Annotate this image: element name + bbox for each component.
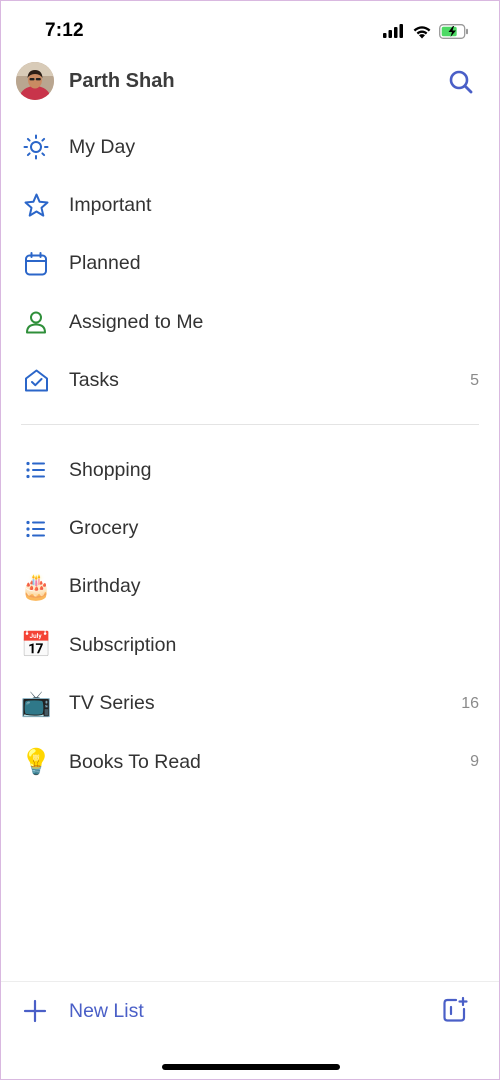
smart-list-label: Assigned to Me bbox=[69, 310, 204, 333]
smart-list-label: My Day bbox=[69, 135, 136, 158]
new-group-icon bbox=[443, 996, 468, 1022]
new-list-label: New List bbox=[69, 999, 144, 1022]
television-icon: 📺 bbox=[20, 689, 52, 718]
list-label: Birthday bbox=[69, 575, 141, 598]
home-check-icon bbox=[21, 366, 51, 396]
list-label: TV Series bbox=[69, 692, 155, 715]
plus-icon bbox=[23, 999, 47, 1023]
avatar-photo bbox=[16, 62, 54, 100]
battery-charging-icon bbox=[439, 23, 468, 39]
list-icon bbox=[21, 455, 51, 485]
smart-list-planned[interactable]: Planned bbox=[1, 235, 499, 293]
calendar-icon bbox=[21, 249, 51, 279]
calendar-emoji-icon: 📅 bbox=[20, 631, 52, 660]
wifi-icon bbox=[413, 25, 431, 38]
list-label: Books To Read bbox=[69, 750, 201, 773]
home-indicator[interactable] bbox=[162, 1064, 340, 1070]
smart-list-my-day[interactable]: My Day bbox=[1, 118, 499, 176]
search-icon bbox=[449, 70, 473, 94]
smart-list-label: Important bbox=[69, 194, 152, 217]
app-screen: 7:12 Parth Shah My Day Important Planned… bbox=[0, 0, 500, 1080]
list-icon bbox=[21, 514, 51, 544]
sun-icon bbox=[21, 132, 51, 162]
smart-list-count: 5 bbox=[470, 371, 479, 389]
list-item-grocery[interactable]: Grocery bbox=[1, 499, 499, 557]
new-group-button[interactable] bbox=[441, 996, 469, 1024]
status-bar: 7:12 bbox=[1, 1, 499, 59]
smart-list-tasks[interactable]: Tasks 5 bbox=[1, 352, 499, 410]
star-icon bbox=[21, 191, 51, 221]
list-item-subscription[interactable]: 📅 Subscription bbox=[1, 616, 499, 674]
footer-divider bbox=[1, 981, 499, 982]
list-label: Subscription bbox=[69, 633, 177, 656]
status-icons bbox=[383, 22, 469, 40]
list-item-tv-series[interactable]: 📺 TV Series 16 bbox=[1, 675, 499, 733]
smart-list-assigned-to-me[interactable]: Assigned to Me bbox=[1, 293, 499, 351]
list-count: 16 bbox=[461, 694, 479, 712]
new-list-button[interactable]: New List bbox=[1, 991, 301, 1031]
list-count: 9 bbox=[470, 753, 479, 771]
list-item-books-to-read[interactable]: 💡 Books To Read 9 bbox=[1, 733, 499, 791]
list-item-birthday[interactable]: 🎂 Birthday bbox=[1, 558, 499, 616]
user-lists: Shopping Grocery 🎂 Birthday 📅 Subscripti… bbox=[1, 441, 499, 791]
smart-list-label: Planned bbox=[69, 252, 141, 275]
smart-lists: My Day Important Planned Assigned to Me … bbox=[1, 118, 499, 410]
account-header: Parth Shah bbox=[1, 59, 499, 105]
list-label: Shopping bbox=[69, 458, 152, 481]
person-icon bbox=[21, 307, 51, 337]
list-label: Grocery bbox=[69, 517, 139, 540]
birthday-cake-icon: 🎂 bbox=[20, 572, 52, 601]
list-divider bbox=[21, 424, 479, 425]
list-item-shopping[interactable]: Shopping bbox=[1, 441, 499, 499]
avatar[interactable] bbox=[16, 62, 54, 100]
cellular-signal-icon bbox=[383, 24, 403, 38]
user-name[interactable]: Parth Shah bbox=[69, 70, 175, 93]
search-button[interactable] bbox=[447, 68, 475, 96]
smart-list-important[interactable]: Important bbox=[1, 176, 499, 234]
status-time: 7:12 bbox=[45, 20, 84, 41]
smart-list-label: Tasks bbox=[69, 369, 119, 392]
light-bulb-icon: 💡 bbox=[20, 748, 52, 777]
